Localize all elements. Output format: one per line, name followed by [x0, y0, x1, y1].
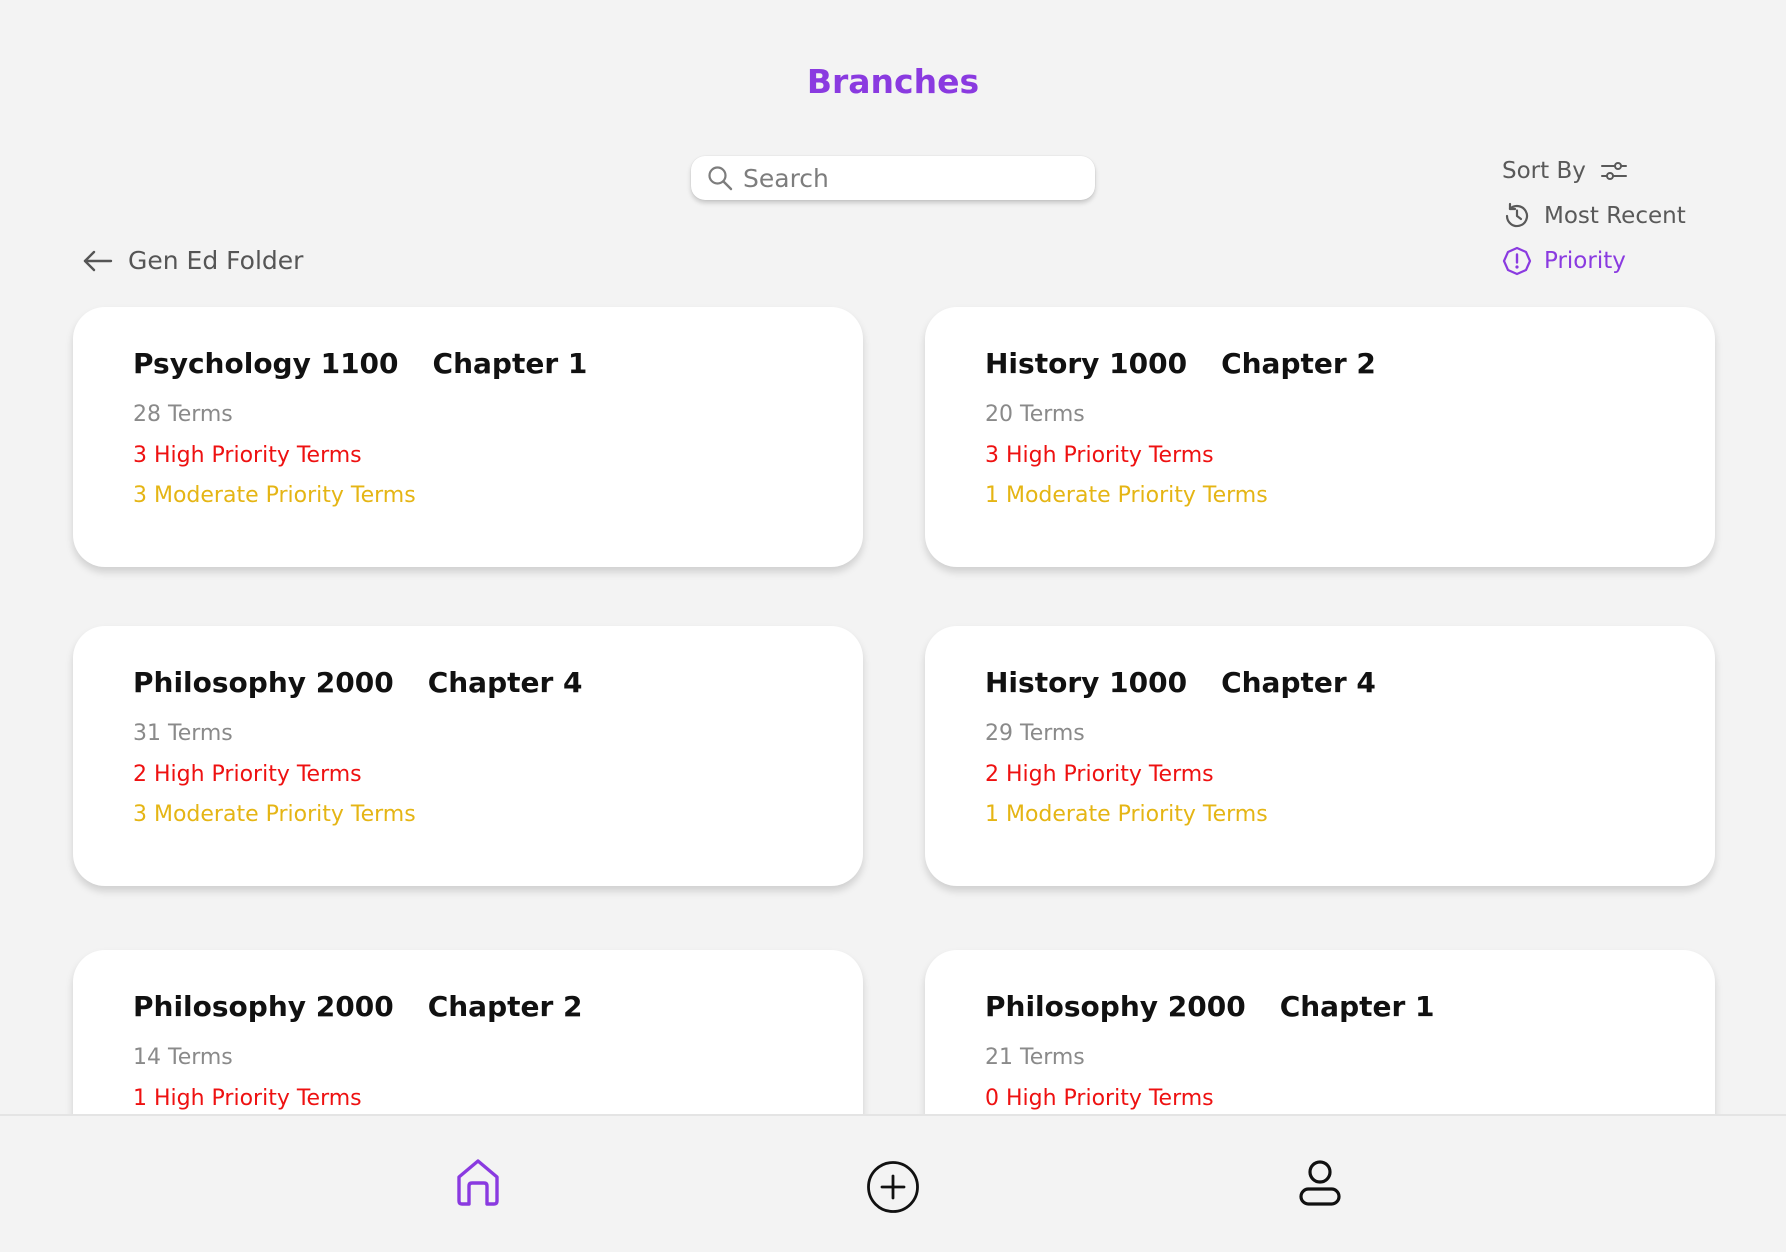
home-icon [457, 1159, 499, 1206]
course-name: Philosophy 2000 [133, 990, 394, 1023]
card-title: History 1000 Chapter 4 [985, 666, 1715, 699]
course-name: History 1000 [985, 666, 1188, 699]
card-title: Philosophy 2000 Chapter 4 [133, 666, 863, 699]
moderate-priority-count: 1 Moderate Priority Terms [985, 802, 1268, 827]
term-count: 31 Terms [133, 721, 233, 746]
branches-screen: Branches Sort By Most Recent [0, 0, 1786, 1252]
chapter-name: Chapter 2 [427, 990, 583, 1023]
chapter-name: Chapter 4 [1221, 666, 1376, 699]
course-name: Philosophy 2000 [985, 990, 1246, 1023]
course-name: History 1000 [985, 347, 1188, 380]
branch-card-grid: Psychology 1100 Chapter 1 28 Terms 3 Hig… [0, 0, 1786, 1252]
card-title: Psychology 1100 Chapter 1 [133, 347, 863, 380]
chapter-name: Chapter 4 [427, 666, 583, 699]
card-title: Philosophy 2000 Chapter 1 [985, 990, 1715, 1023]
card-title: History 1000 Chapter 2 [985, 347, 1715, 380]
moderate-priority-count: 1 Moderate Priority Terms [985, 483, 1268, 508]
bottom-nav-bar [0, 1114, 1786, 1252]
high-priority-count: 1 High Priority Terms [133, 1086, 362, 1111]
term-count: 29 Terms [985, 721, 1085, 746]
high-priority-count: 3 High Priority Terms [985, 443, 1214, 468]
high-priority-count: 2 High Priority Terms [133, 762, 362, 787]
term-count: 14 Terms [133, 1045, 233, 1070]
branch-card[interactable]: Philosophy 2000 Chapter 4 31 Terms 2 Hig… [73, 626, 863, 886]
high-priority-count: 2 High Priority Terms [985, 762, 1214, 787]
high-priority-count: 0 High Priority Terms [985, 1086, 1214, 1111]
moderate-priority-count: 3 Moderate Priority Terms [133, 802, 416, 827]
card-title: Philosophy 2000 Chapter 2 [133, 990, 863, 1023]
branch-card[interactable]: History 1000 Chapter 2 20 Terms 3 High P… [925, 307, 1715, 567]
course-name: Philosophy 2000 [133, 666, 394, 699]
nav-profile-button[interactable] [1296, 1158, 1344, 1212]
chapter-name: Chapter 2 [1221, 347, 1376, 380]
branch-card[interactable]: History 1000 Chapter 4 29 Terms 2 High P… [925, 626, 1715, 886]
nav-add-button[interactable] [866, 1160, 920, 1218]
term-count: 28 Terms [133, 402, 233, 427]
chapter-name: Chapter 1 [432, 347, 588, 380]
course-name: Psychology 1100 [133, 347, 399, 380]
profile-icon [1299, 1160, 1341, 1206]
chapter-name: Chapter 1 [1279, 990, 1435, 1023]
term-count: 21 Terms [985, 1045, 1085, 1070]
term-count: 20 Terms [985, 402, 1085, 427]
branch-card[interactable]: Psychology 1100 Chapter 1 28 Terms 3 Hig… [73, 307, 863, 567]
add-circle-icon [867, 1161, 919, 1213]
moderate-priority-count: 3 Moderate Priority Terms [133, 483, 416, 508]
nav-home-button[interactable] [453, 1156, 503, 1212]
high-priority-count: 3 High Priority Terms [133, 443, 362, 468]
